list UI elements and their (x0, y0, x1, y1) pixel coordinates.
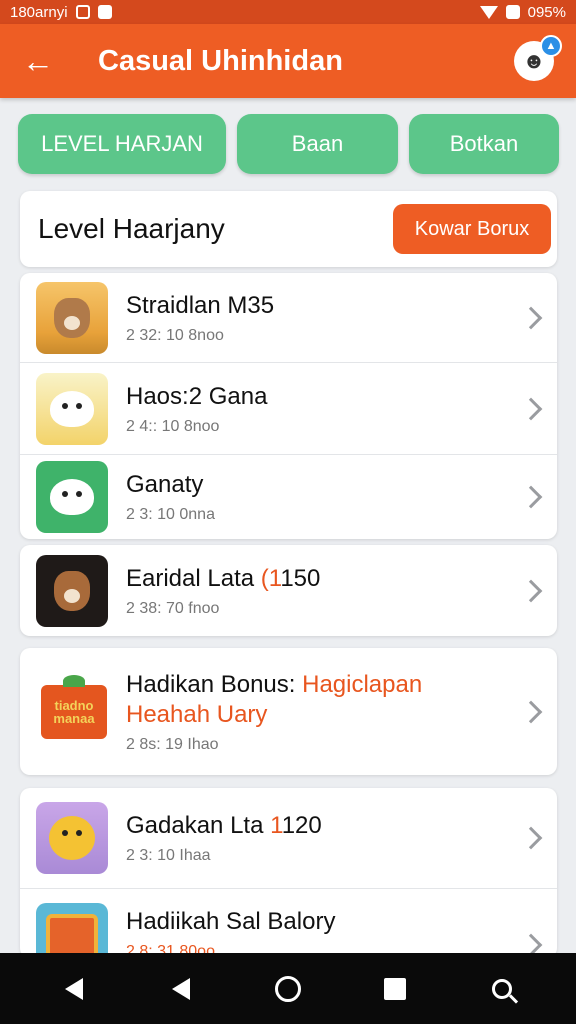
list-item[interactable]: Hadiikah Sal Balory 2 8: 31 80oo (20, 888, 557, 958)
bonus-button[interactable]: Kowar Borux (393, 204, 551, 254)
nav-back-icon[interactable] (54, 969, 94, 1009)
status-left-text: 180arnyi (10, 3, 68, 21)
item-meta: 2 38: 70 fnoo (126, 599, 220, 617)
avatar-button[interactable]: ☻ ▲ (514, 35, 562, 81)
app-title: Casual Uhinhidan (98, 44, 343, 77)
chevron-right-icon (519, 826, 543, 850)
game-thumbnail-blob-icon (36, 461, 108, 533)
item-title: Hadiikah Sal Balory (126, 908, 336, 935)
status-bar: 180arnyi 095% (0, 0, 576, 24)
item-title: Straidlan M35 (126, 291, 275, 319)
item-title: Earidal Lata (1150 (126, 564, 321, 592)
nav-recents-icon[interactable] (375, 969, 415, 1009)
level-header-card: Level Haarjany Kowar Borux (20, 191, 557, 267)
notification-badge-icon: ▲ (540, 35, 562, 57)
list-item[interactable]: Gadakan Lta 1120 2 3: 10 Ihaa (20, 788, 557, 888)
item-meta: 2 3: 10 0nna (126, 506, 215, 523)
chevron-right-icon (519, 397, 543, 420)
list-group-2: Earidal Lata (1150 2 38: 70 fnoo (20, 545, 557, 636)
list-group-4: Gadakan Lta 1120 2 3: 10 Ihaa Hadiikah S… (20, 788, 557, 958)
item-meta: 2 3: 10 Ihaa (126, 847, 211, 864)
battery-percent: 095% (527, 3, 566, 21)
back-arrow-icon[interactable]: ← (22, 45, 62, 77)
list-group-1: Straidlan M35 2 32: 10 8noo Haos:2 Gana … (20, 273, 557, 539)
item-title: Haos:2 Gana (126, 382, 268, 410)
nav-search-icon[interactable] (482, 969, 522, 1009)
game-thumbnail-machine-icon (36, 903, 108, 958)
list-group-3: tiadno manaa Hadikan Bonus: Hagiclapan H… (20, 648, 557, 775)
battery-icon (505, 5, 520, 19)
game-thumbnail-creature-icon (36, 372, 108, 445)
item-title: Ganaty (126, 471, 204, 498)
game-thumbnail-bear-icon (36, 802, 108, 874)
filter-botkan[interactable]: Botkan (409, 114, 559, 174)
chevron-right-icon (519, 306, 543, 329)
notification-icon (75, 5, 90, 19)
nav-home-icon[interactable] (268, 969, 308, 1009)
filter-bar: LEVEL HARJAN Baan Botkan (18, 114, 559, 174)
list-item[interactable]: Earidal Lata (1150 2 38: 70 fnoo (20, 545, 557, 636)
file-icon (97, 5, 112, 19)
item-subtitle: Heahah Uary (126, 700, 268, 728)
nav-back-alt-icon[interactable] (161, 969, 201, 1009)
filter-level-harjan[interactable]: LEVEL HARJAN (18, 114, 226, 174)
gift-box-icon: tiadno manaa (36, 674, 112, 750)
section-title: Level Haarjany (38, 213, 225, 244)
filter-baan[interactable]: Baan (237, 114, 398, 174)
app-bar: ← Casual Uhinhidan ☻ ▲ (0, 24, 576, 98)
chevron-right-icon (519, 700, 543, 723)
item-meta: 2 4:: 10 8noo (126, 417, 220, 435)
item-title: Gadakan Lta 1120 (126, 812, 322, 839)
list-item[interactable]: Haos:2 Gana 2 4:: 10 8noo (20, 362, 557, 454)
system-nav-bar (0, 953, 576, 1024)
game-thumbnail-fox-icon (36, 554, 108, 627)
list-item[interactable]: Straidlan M35 2 32: 10 8noo (20, 273, 557, 362)
item-title: Hadikan Bonus: Hagiclapan (126, 670, 423, 698)
game-thumbnail-dog-icon (36, 281, 108, 354)
list-item[interactable]: tiadno manaa Hadikan Bonus: Hagiclapan H… (20, 648, 557, 775)
chevron-right-icon (519, 485, 543, 509)
item-meta: 2 8s: 19 Ihao (126, 735, 219, 753)
list-item[interactable]: Ganaty 2 3: 10 0nna (20, 454, 557, 539)
item-meta: 2 32: 10 8noo (126, 326, 224, 344)
chevron-right-icon (519, 579, 543, 602)
wifi-icon (479, 5, 498, 19)
